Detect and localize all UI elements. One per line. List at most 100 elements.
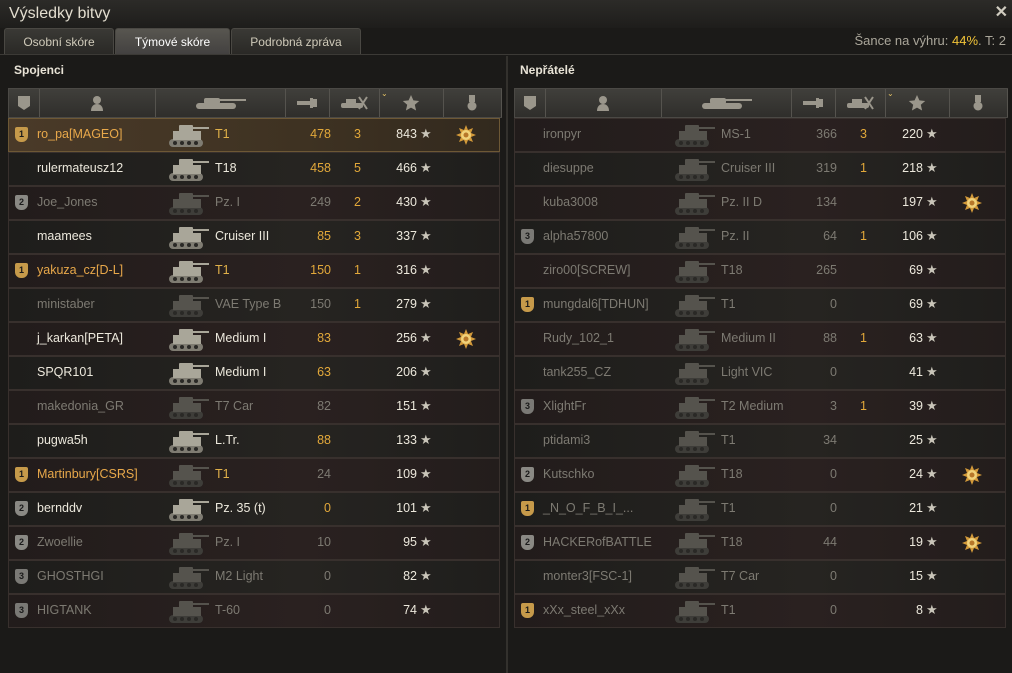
title-bar: Výsledky bitvy ✕	[0, 0, 1012, 28]
player-name[interactable]: GHOSTHGI	[37, 569, 104, 583]
player-row[interactable]: 3 alpha57800 Pz. II 64 1 106 ★	[514, 220, 1006, 254]
squad-badge-icon: 1	[521, 501, 534, 516]
star-icon: ★	[420, 296, 432, 311]
player-row[interactable]: Rudy_102_1 Medium II 88 1 63 ★	[514, 322, 1006, 356]
player-name[interactable]: _N_O_F_B_I_...	[543, 501, 633, 515]
player-name[interactable]: monter3[FSC-1]	[543, 569, 632, 583]
player-row[interactable]: 3 HIGTANK T-60 0 74 ★	[8, 594, 500, 628]
player-row[interactable]: kuba3008 Pz. II D 134 197 ★	[514, 186, 1006, 220]
close-icon[interactable]: ✕	[995, 2, 1008, 22]
xp-value: 206	[396, 365, 417, 379]
player-row[interactable]: 1 yakuza_cz[D-L] T1 150 1 316 ★	[8, 254, 500, 288]
player-name[interactable]: xXx_steel_xXx	[543, 603, 625, 617]
medal-icon[interactable]	[961, 192, 983, 214]
player-row[interactable]: ziro00[SCREW] T18 265 69 ★	[514, 254, 1006, 288]
player-row[interactable]: pugwa5h L.Tr. 88 133 ★	[8, 424, 500, 458]
col-player-header[interactable]	[545, 89, 662, 117]
player-name[interactable]: ro_pa[MAGEO]	[37, 127, 122, 141]
star-icon: ★	[420, 466, 432, 481]
player-row[interactable]: makedonia_GR T7 Car 82 151 ★	[8, 390, 500, 424]
kills-value: 1	[354, 297, 361, 311]
player-name[interactable]: Rudy_102_1	[543, 331, 614, 345]
player-row[interactable]: 1 mungdal6[TDHUN] T1 0 69 ★	[514, 288, 1006, 322]
player-name[interactable]: SPQR101	[37, 365, 93, 379]
tank-name: Medium I	[215, 365, 267, 379]
player-icon	[596, 95, 610, 111]
medal-icon[interactable]	[455, 328, 477, 350]
window-title: Výsledky bitvy	[9, 5, 111, 22]
medal-icon[interactable]	[961, 464, 983, 486]
col-squad-header[interactable]	[515, 89, 546, 117]
player-row[interactable]: 3 GHOSTHGI M2 Light 0 82 ★	[8, 560, 500, 594]
medal-icon[interactable]	[455, 124, 477, 146]
player-name[interactable]: HIGTANK	[37, 603, 92, 617]
star-icon: ★	[420, 330, 432, 345]
player-name[interactable]: ironpyr	[543, 127, 581, 141]
col-kills-header[interactable]	[329, 89, 380, 117]
player-row[interactable]: 2 HACKERofBATTLE T18 44 19 ★	[514, 526, 1006, 560]
player-name[interactable]: Martinbury[CSRS]	[37, 467, 138, 481]
col-player-header[interactable]	[39, 89, 156, 117]
xp-value: 106	[902, 229, 923, 243]
player-row[interactable]: ironpyr MS-1 366 3 220 ★	[514, 118, 1006, 152]
player-row[interactable]: 3 XlightFr T2 Medium 3 1 39 ★	[514, 390, 1006, 424]
player-name[interactable]: XlightFr	[543, 399, 586, 413]
tab-team-score[interactable]: Týmové skóre	[115, 28, 230, 54]
player-name[interactable]: ziro00[SCREW]	[543, 263, 631, 277]
player-row[interactable]: rulermateusz12 T18 458 5 466 ★	[8, 152, 500, 186]
player-name[interactable]: bernddv	[37, 501, 82, 515]
player-name[interactable]: makedonia_GR	[37, 399, 124, 413]
col-medal-header[interactable]	[949, 89, 1008, 117]
player-name[interactable]: mungdal6[TDHUN]	[543, 297, 649, 311]
player-row[interactable]: SPQR101 Medium I 63 206 ★	[8, 356, 500, 390]
tank-icon	[167, 528, 211, 558]
tab-detailed-report[interactable]: Podrobná zpráva	[231, 28, 361, 54]
player-row[interactable]: ministaber VAE Type B 150 1 279 ★	[8, 288, 500, 322]
player-name[interactable]: kuba3008	[543, 195, 598, 209]
player-row[interactable]: 1 ro_pa[MAGEO] T1 478 3 843 ★	[8, 118, 500, 152]
xp-value: 39	[909, 399, 923, 413]
col-medal-header[interactable]	[443, 89, 502, 117]
player-name[interactable]: ptidami3	[543, 433, 590, 447]
player-name[interactable]: Zwoellie	[37, 535, 83, 549]
player-row[interactable]: 1 _N_O_F_B_I_... T1 0 21 ★	[514, 492, 1006, 526]
star-icon: ★	[420, 534, 432, 549]
player-row[interactable]: diesuppe Cruiser III 319 1 218 ★	[514, 152, 1006, 186]
medal-icon	[972, 94, 984, 112]
player-name[interactable]: tank255_CZ	[543, 365, 611, 379]
player-row[interactable]: 1 Martinbury[CSRS] T1 24 109 ★	[8, 458, 500, 492]
star-icon: ★	[926, 126, 938, 141]
player-name[interactable]: HACKERofBATTLE	[543, 535, 652, 549]
player-name[interactable]: ministaber	[37, 297, 95, 311]
player-name[interactable]: maamees	[37, 229, 92, 243]
medal-icon[interactable]	[961, 532, 983, 554]
player-row[interactable]: 2 bernddv Pz. 35 (t) 0 101 ★	[8, 492, 500, 526]
player-row[interactable]: j_karkan[PETA] Medium I 83 256 ★	[8, 322, 500, 356]
col-tank-header[interactable]	[155, 89, 286, 117]
player-name[interactable]: j_karkan[PETA]	[37, 331, 123, 345]
col-squad-header[interactable]	[9, 89, 40, 117]
player-row[interactable]: maamees Cruiser III 85 3 337 ★	[8, 220, 500, 254]
col-damage-header[interactable]	[791, 89, 836, 117]
player-row[interactable]: 1 xXx_steel_xXx T1 0 8 ★	[514, 594, 1006, 628]
col-tank-header[interactable]	[661, 89, 792, 117]
star-icon: ★	[926, 432, 938, 447]
player-name[interactable]: alpha57800	[543, 229, 608, 243]
player-name[interactable]: diesuppe	[543, 161, 594, 175]
player-row[interactable]: monter3[FSC-1] T7 Car 0 15 ★	[514, 560, 1006, 594]
col-kills-header[interactable]	[835, 89, 886, 117]
col-xp-header[interactable]: ⌄	[885, 89, 950, 117]
tab-personal-score[interactable]: Osobní skóre	[4, 28, 114, 54]
player-name[interactable]: pugwa5h	[37, 433, 88, 447]
col-damage-header[interactable]	[285, 89, 330, 117]
player-row[interactable]: 2 Kutschko T18 0 24 ★	[514, 458, 1006, 492]
player-name[interactable]: Joe_Jones	[37, 195, 97, 209]
col-xp-header[interactable]: ⌄	[379, 89, 444, 117]
player-name[interactable]: rulermateusz12	[37, 161, 123, 175]
player-name[interactable]: yakuza_cz[D-L]	[37, 263, 123, 277]
player-row[interactable]: 2 Joe_Jones Pz. I 249 2 430 ★	[8, 186, 500, 220]
player-row[interactable]: 2 Zwoellie Pz. I 10 95 ★	[8, 526, 500, 560]
player-row[interactable]: tank255_CZ Light VIC 0 41 ★	[514, 356, 1006, 390]
player-row[interactable]: ptidami3 T1 34 25 ★	[514, 424, 1006, 458]
player-name[interactable]: Kutschko	[543, 467, 594, 481]
